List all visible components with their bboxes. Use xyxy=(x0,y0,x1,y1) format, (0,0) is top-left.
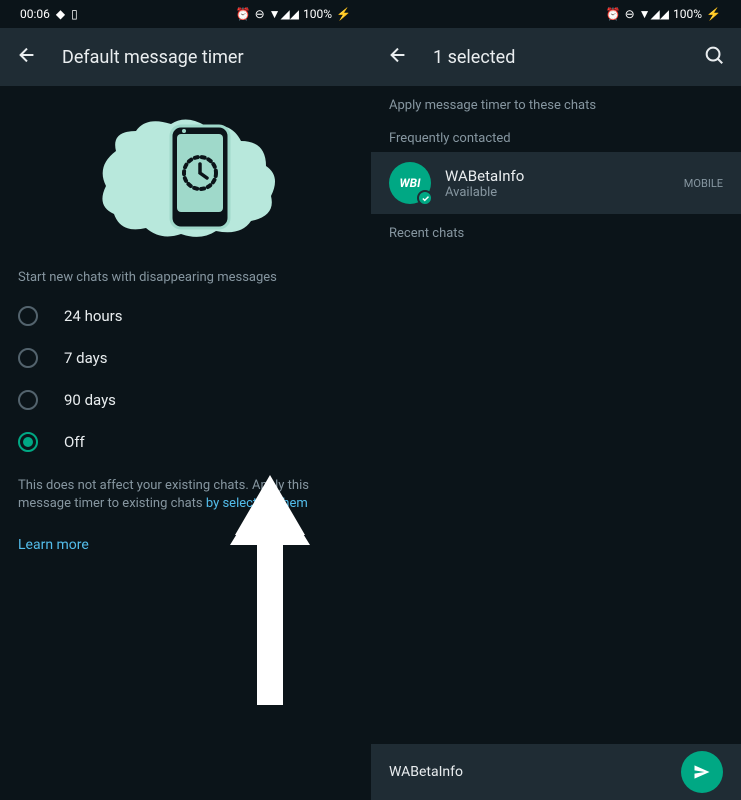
radio-label: 90 days xyxy=(64,391,116,409)
signal-icon: ▼◢◢ xyxy=(639,7,669,21)
back-icon[interactable] xyxy=(387,44,409,70)
radio-label: Off xyxy=(64,433,85,451)
check-icon xyxy=(417,190,433,206)
radio-circle-icon xyxy=(18,348,38,368)
status-bar-left: 00:06 ◆ ▯ ⏰ ⊖ ▼◢◢ 100% ⚡ xyxy=(0,0,371,28)
radio-option-90days[interactable]: 90 days xyxy=(18,379,353,421)
learn-more-link[interactable]: Learn more xyxy=(0,513,371,577)
radio-circle-icon xyxy=(18,390,38,410)
timer-radio-group: 24 hours 7 days 90 days Off xyxy=(0,295,371,463)
search-icon[interactable] xyxy=(703,44,725,70)
battery-text: 100% xyxy=(673,7,702,21)
radio-option-7days[interactable]: 7 days xyxy=(18,337,353,379)
notification-icon: ▯ xyxy=(71,7,78,21)
bottom-bar: WABetaInfo xyxy=(371,744,741,800)
radio-label: 24 hours xyxy=(64,307,123,325)
wifi-icon: ◆ xyxy=(56,7,65,21)
status-bar-right: ⏰ ⊖ ▼◢◢ 100% ⚡ xyxy=(371,0,741,28)
send-button[interactable] xyxy=(681,751,723,793)
alarm-icon: ⏰ xyxy=(606,7,621,21)
contact-item[interactable]: WBI WABetaInfo Available MOBILE xyxy=(371,152,741,214)
radio-label: 7 days xyxy=(64,349,108,367)
avatar-text: WBI xyxy=(399,176,420,190)
contact-info: WABetaInfo Available xyxy=(445,167,670,200)
radio-dot-icon xyxy=(23,437,33,447)
contact-status: Available xyxy=(445,185,670,200)
selected-count-title: 1 selected xyxy=(433,47,679,68)
disappearing-section-label: Start new chats with disappearing messag… xyxy=(0,270,371,295)
header-right: 1 selected xyxy=(371,28,741,86)
charging-icon: ⚡ xyxy=(706,7,721,21)
send-icon xyxy=(692,762,712,782)
dnd-icon: ⊖ xyxy=(625,7,635,21)
radio-circle-icon xyxy=(18,306,38,326)
alarm-icon: ⏰ xyxy=(236,7,251,21)
charging-icon: ⚡ xyxy=(336,7,351,21)
apply-section-label: Apply message timer to these chats xyxy=(371,86,741,119)
frequently-contacted-label: Frequently contacted xyxy=(371,119,741,152)
header-left: Default message timer xyxy=(0,28,371,86)
selected-contact-chip[interactable]: WABetaInfo xyxy=(389,764,463,780)
page-title: Default message timer xyxy=(62,47,355,68)
signal-icon: ▼◢◢ xyxy=(269,7,299,21)
radio-option-24hours[interactable]: 24 hours xyxy=(18,295,353,337)
dnd-icon: ⊖ xyxy=(255,7,265,21)
contact-name: WABetaInfo xyxy=(445,167,670,185)
timer-description: This does not affect your existing chats… xyxy=(0,463,371,513)
back-icon[interactable] xyxy=(16,44,38,70)
radio-option-off[interactable]: Off xyxy=(18,421,353,463)
contact-type: MOBILE xyxy=(684,177,723,190)
battery-text: 100% xyxy=(303,7,332,21)
radio-circle-selected-icon xyxy=(18,432,38,452)
status-time: 00:06 xyxy=(20,7,50,21)
select-chats-link[interactable]: by selecting them xyxy=(206,496,308,511)
recent-chats-label: Recent chats xyxy=(371,214,741,247)
hero-illustration xyxy=(0,86,371,270)
avatar: WBI xyxy=(389,162,431,204)
